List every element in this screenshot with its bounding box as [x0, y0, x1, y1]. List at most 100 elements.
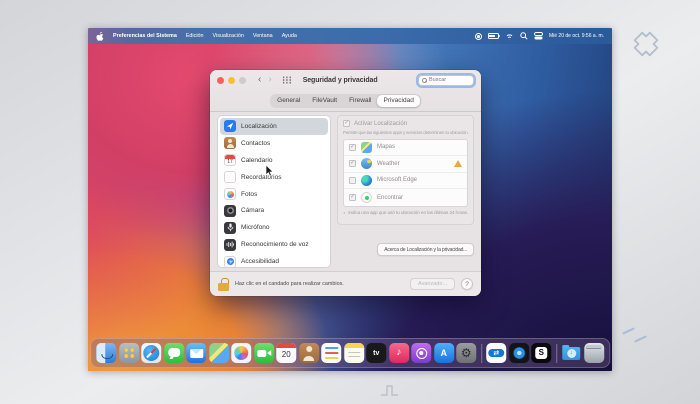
app-name: Encontrar: [377, 195, 403, 201]
sidebar-item-contactos[interactable]: Contactos: [220, 135, 328, 152]
menu-ayuda[interactable]: Ayuda: [282, 33, 297, 39]
podcasts-dock-icon[interactable]: [411, 343, 431, 363]
sidebar-item-recordatorios[interactable]: Recordatorios: [220, 169, 328, 186]
menu-ventana[interactable]: Ventana: [253, 33, 273, 39]
window-title: Seguridad y privacidad: [303, 77, 378, 84]
privacy-pane: Localización Contactos 17 Calendario: [210, 112, 481, 271]
dash-doodle: [622, 327, 635, 334]
framed-screenshot-canvas: Preferencias del Sistema Edición Visuali…: [0, 0, 700, 404]
sidebar-label: Cámara: [241, 207, 264, 214]
sidebar-item-camara[interactable]: Cámara: [220, 202, 328, 219]
lock-icon[interactable]: [218, 278, 229, 291]
messages-dock-icon[interactable]: [164, 343, 184, 363]
running-indicator: [465, 364, 467, 366]
app-name: Microsoft Edge: [377, 177, 417, 183]
search-field[interactable]: [418, 75, 474, 86]
tab-privacidad[interactable]: Privacidad: [377, 95, 419, 107]
contacts-icon: [224, 137, 236, 149]
sidebar-item-reconocimiento-voz[interactable]: Reconocimiento de voz: [220, 236, 328, 253]
sidebar-label: Micrófono: [241, 224, 270, 231]
apple-tv-dock-icon[interactable]: tv: [366, 343, 386, 363]
trash-dock-icon[interactable]: [584, 343, 604, 363]
tab-firewall[interactable]: Firewall: [343, 95, 377, 107]
screen-capture-dock-icon[interactable]: [509, 343, 529, 363]
show-all-grid-icon[interactable]: [282, 76, 292, 84]
facetime-dock-icon[interactable]: [254, 343, 274, 363]
privacy-sidebar: Localización Contactos 17 Calendario: [217, 115, 331, 268]
location-arrow-icon: [224, 120, 236, 132]
sidebar-item-calendario[interactable]: 17 Calendario: [220, 152, 328, 169]
menubar-clock[interactable]: Mié 20 de oct. 9:56 a. m.: [549, 33, 604, 39]
desktop-wallpaper: ‹ › Seguridad y privacidad General: [88, 44, 612, 371]
search-input[interactable]: [429, 77, 470, 83]
enable-location-checkbox[interactable]: ✓: [343, 120, 350, 127]
menu-bar: Preferencias del Sistema Edición Visuali…: [88, 28, 612, 44]
sidebar-item-microfono[interactable]: Micrófono: [220, 219, 328, 236]
back-button[interactable]: ‹: [258, 75, 261, 85]
sidebar-label: Calendario: [241, 157, 272, 164]
finder-dock-icon[interactable]: [96, 343, 116, 363]
close-button[interactable]: [217, 77, 224, 84]
reminders-dock-icon[interactable]: [321, 343, 341, 363]
app-store-dock-icon[interactable]: A: [434, 343, 454, 363]
app-checkbox[interactable]: ✓: [349, 160, 356, 167]
photos-icon: [224, 188, 236, 200]
teamviewer-dock-icon[interactable]: ⇄: [486, 343, 506, 363]
menu-visualizacion[interactable]: Visualización: [213, 33, 244, 39]
about-location-privacy-button[interactable]: Acerca de Localización y la privacidad..…: [377, 243, 474, 256]
reminders-icon: [224, 171, 236, 183]
notes-dock-icon[interactable]: [344, 343, 364, 363]
sidebar-label: Localización: [241, 123, 277, 130]
maps-app-icon: [361, 142, 372, 153]
safari-dock-icon[interactable]: [141, 343, 161, 363]
squiggle-doodle: [380, 382, 402, 398]
music-dock-icon[interactable]: ♪: [389, 343, 409, 363]
title-bar: ‹ › Seguridad y privacidad: [210, 70, 481, 90]
location-app-list: ✓ Mapas ✓ Weather: [343, 139, 468, 207]
tab-general[interactable]: General: [271, 95, 306, 107]
app-checkbox[interactable]: ✓: [349, 144, 356, 151]
s-utility-dock-icon[interactable]: S: [531, 343, 551, 363]
location-arrow-small-icon: [343, 210, 345, 216]
sidebar-item-accesibilidad[interactable]: Accesibilidad: [220, 253, 328, 268]
warning-icon: [454, 160, 462, 167]
app-row-microsoft-edge: Microsoft Edge: [344, 173, 467, 190]
macos-screenshot: Preferencias del Sistema Edición Visuali…: [88, 28, 612, 371]
enable-location-row: ✓ Activar Localización: [343, 120, 468, 127]
dock-separator: [481, 344, 482, 363]
minimize-button[interactable]: [228, 77, 235, 84]
help-button[interactable]: ?: [461, 278, 473, 290]
tab-filevault[interactable]: FileVault: [306, 95, 343, 107]
recording-indicator-icon[interactable]: [475, 33, 482, 40]
app-checkbox[interactable]: ✓: [349, 194, 356, 201]
launchpad-dock-icon[interactable]: [119, 343, 139, 363]
app-checkbox[interactable]: [349, 177, 356, 184]
sidebar-item-localizacion[interactable]: Localización: [220, 118, 328, 135]
dock-separator: [556, 344, 557, 363]
sidebar-label: Accesibilidad: [241, 258, 279, 265]
control-center-icon[interactable]: [534, 32, 543, 40]
battery-icon[interactable]: [488, 33, 499, 39]
search-icon: [422, 78, 427, 83]
maps-dock-icon[interactable]: [209, 343, 229, 363]
sidebar-item-fotos[interactable]: Fotos: [220, 186, 328, 203]
app-name: Mapas: [377, 144, 395, 150]
mail-dock-icon[interactable]: [186, 343, 206, 363]
microphone-icon: [224, 222, 236, 234]
dash-doodle: [634, 335, 647, 342]
contacts-dock-icon[interactable]: [299, 343, 319, 363]
wifi-icon[interactable]: [505, 33, 514, 40]
calendar-dock-icon[interactable]: 20: [276, 343, 296, 363]
apple-logo-icon[interactable]: [96, 32, 104, 41]
app-menu-title[interactable]: Preferencias del Sistema: [113, 33, 177, 39]
downloads-dock-icon[interactable]: ↓: [561, 343, 581, 363]
menu-edicion[interactable]: Edición: [186, 33, 204, 39]
app-row-mapas: ✓ Mapas: [344, 140, 467, 157]
accessibility-icon: [224, 256, 236, 268]
spotlight-search-icon[interactable]: [520, 32, 528, 40]
dock: 20 tv ♪ A ⚙ ⇄ S ↓: [90, 338, 610, 368]
photos-dock-icon[interactable]: [231, 343, 251, 363]
advanced-button: Avanzado...: [410, 278, 455, 290]
system-preferences-dock-icon[interactable]: ⚙: [456, 343, 476, 363]
enable-location-label: Activar Localización: [354, 121, 407, 127]
